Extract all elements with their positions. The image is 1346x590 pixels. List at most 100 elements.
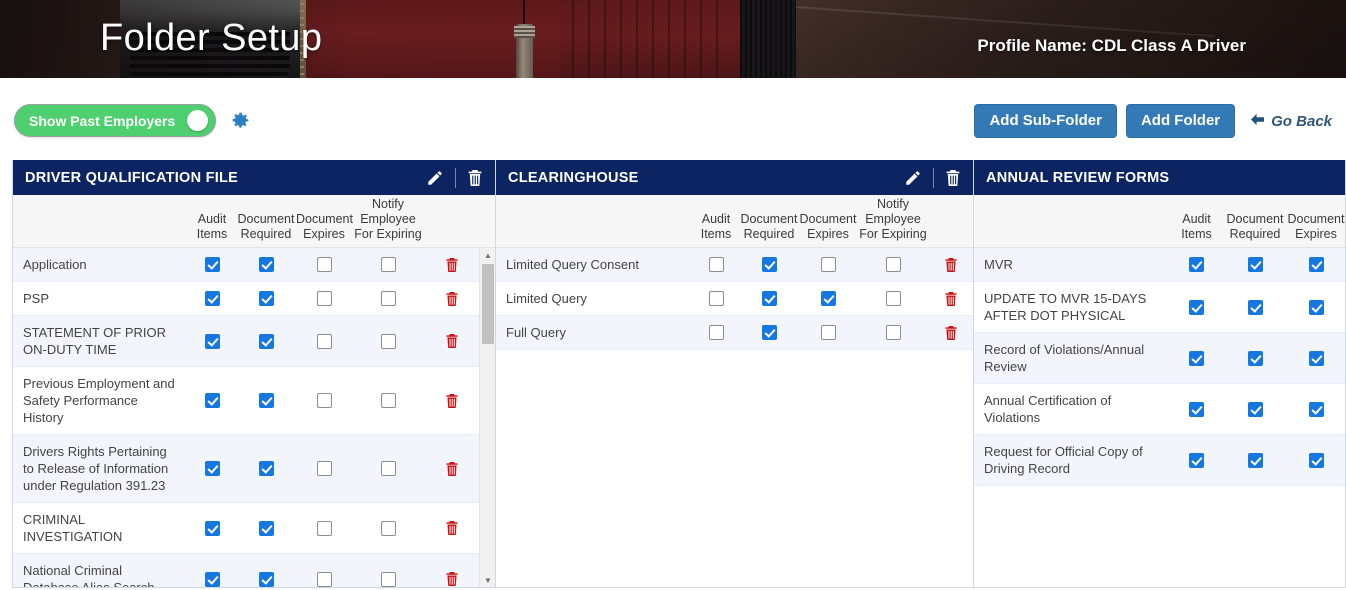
checkbox-document-expires[interactable] [316,333,332,349]
table-row: Previous Employment and Safety Performan… [13,367,495,435]
checkbox-document-required[interactable] [258,520,274,536]
gear-icon[interactable] [230,110,251,131]
cell-expires [1286,452,1345,468]
checkbox-notify-employee[interactable] [380,333,396,349]
checkbox-document-required[interactable] [258,333,274,349]
checkbox-audit-items[interactable] [204,520,220,536]
add-folder-button[interactable]: Add Folder [1125,104,1236,138]
checkbox-audit-items[interactable] [204,333,220,349]
scroll-down-arrow[interactable]: ▼ [480,573,495,587]
checkbox-notify-employee[interactable] [885,291,901,306]
checkbox-document-required[interactable] [258,461,274,476]
cell-required [1224,401,1286,417]
trash-icon[interactable] [445,571,459,587]
checkbox-document-required[interactable] [1247,350,1263,366]
checkbox-audit-items[interactable] [1189,299,1204,315]
cell-delete [929,257,973,273]
checkbox-document-required[interactable] [1247,299,1263,315]
cell-delete [424,257,479,273]
row-label: Record of Violations/Annual Review [984,342,1145,374]
trash-icon[interactable] [467,169,483,187]
checkbox-document-expires[interactable] [1308,452,1324,468]
checkbox-document-expires[interactable] [316,291,332,306]
checkbox-document-expires[interactable] [316,393,332,408]
trash-icon[interactable] [445,461,459,477]
checkbox-audit-items[interactable] [708,257,724,272]
trash-icon[interactable] [944,257,958,273]
trash-icon[interactable] [944,325,958,341]
checkbox-document-expires[interactable] [316,461,332,476]
checkbox-document-required[interactable] [761,257,777,272]
checkbox-notify-employee[interactable] [380,571,396,587]
checkbox-notify-employee[interactable] [380,461,396,476]
checkbox-notify-employee[interactable] [380,257,396,272]
trash-icon[interactable] [445,393,459,409]
checkbox-document-expires[interactable] [1308,257,1324,272]
cell-expires [296,571,352,587]
checkbox-audit-items[interactable] [204,291,220,306]
checkbox-audit-items[interactable] [708,325,724,340]
table-row: MVR [974,248,1345,282]
checkbox-document-expires[interactable] [316,571,332,587]
toggle-knob[interactable] [187,110,209,131]
table-row: PSP [13,282,495,316]
column-header-document-required: Document Required [740,212,798,241]
trash-icon[interactable] [445,291,459,307]
scroll-up-arrow[interactable]: ▲ [480,248,495,262]
profile-name-label: Profile Name: CDL Class A Driver [977,36,1246,55]
checkbox-audit-items[interactable] [708,291,724,306]
scrollbar-thumb[interactable] [482,264,494,344]
checkbox-document-expires[interactable] [1308,299,1324,315]
checkbox-document-expires[interactable] [316,520,332,536]
go-back-link[interactable]: Go Back [1250,113,1332,130]
trash-icon[interactable] [445,520,459,536]
checkbox-audit-items[interactable] [204,393,220,408]
cell-notify [857,325,929,340]
checkbox-document-required[interactable] [258,257,274,272]
arrow-left-icon [1250,113,1265,130]
trash-icon[interactable] [445,333,459,349]
checkbox-document-expires[interactable] [820,257,836,272]
checkbox-document-expires[interactable] [820,325,836,340]
checkbox-audit-items[interactable] [204,461,220,476]
checkbox-audit-items[interactable] [204,257,220,272]
cell-required [236,571,296,587]
checkbox-notify-employee[interactable] [885,325,901,340]
row-label: STATEMENT OF PRIOR ON-DUTY TIME [23,325,167,357]
checkbox-audit-items[interactable] [1189,452,1204,468]
checkbox-document-expires[interactable] [1308,350,1324,366]
checkbox-document-expires[interactable] [1308,401,1324,417]
checkbox-document-required[interactable] [258,291,274,306]
checkbox-audit-items[interactable] [1189,401,1204,417]
checkbox-document-required[interactable] [258,571,274,587]
vertical-scrollbar[interactable]: ▲ ▼ [479,248,495,587]
hero-banner: Folder Setup Profile Name: CDL Class A D… [0,0,1346,78]
show-past-employers-toggle[interactable]: Show Past Employers [14,104,217,137]
pencil-icon[interactable] [426,169,444,187]
checkbox-notify-employee[interactable] [380,291,396,306]
checkbox-document-required[interactable] [1247,401,1263,417]
cell-audit [1169,401,1224,417]
checkbox-document-required[interactable] [761,291,777,306]
trash-icon[interactable] [944,291,958,307]
checkbox-notify-employee[interactable] [380,520,396,536]
checkbox-document-expires[interactable] [820,291,836,306]
checkbox-document-required[interactable] [1247,257,1263,272]
cell-required [1224,257,1286,272]
pencil-icon[interactable] [904,169,922,187]
folder-panels-container: DRIVER QUALIFICATION FILE Audit Items Do… [12,160,1346,588]
checkbox-document-required[interactable] [1247,452,1263,468]
checkbox-document-required[interactable] [761,325,777,340]
checkbox-document-expires[interactable] [316,257,332,272]
checkbox-audit-items[interactable] [204,571,220,587]
checkbox-document-required[interactable] [258,393,274,408]
add-sub-folder-button[interactable]: Add Sub-Folder [974,104,1117,138]
checkbox-audit-items[interactable] [1189,257,1204,272]
checkbox-audit-items[interactable] [1189,350,1204,366]
cell-expires [296,333,352,349]
checkbox-notify-employee[interactable] [380,393,396,408]
cell-expires [1286,350,1345,366]
trash-icon[interactable] [945,169,961,187]
trash-icon[interactable] [445,257,459,273]
checkbox-notify-employee[interactable] [885,257,901,272]
